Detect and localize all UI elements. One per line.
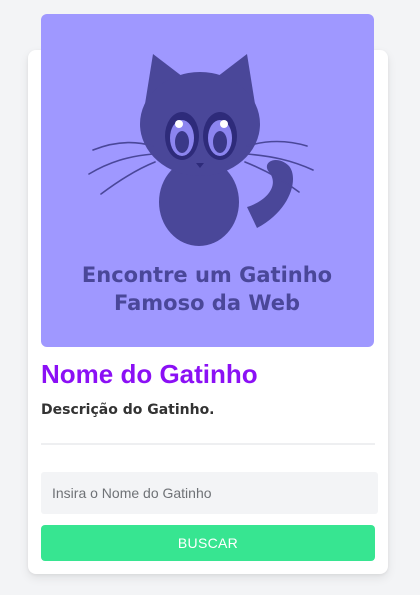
banner-caption-line2: Famoso da Web	[114, 291, 300, 315]
cat-name-search-input[interactable]	[41, 472, 378, 514]
cat-name-title: Nome do Gatinho	[41, 359, 258, 389]
cat-description: Descrição do Gatinho.	[41, 402, 215, 418]
banner-image: Encontre um Gatinho Famoso da Web	[41, 14, 374, 347]
divider	[41, 443, 375, 445]
search-button[interactable]: BUSCAR	[41, 525, 375, 561]
banner-caption-line1: Encontre um Gatinho	[82, 263, 332, 287]
